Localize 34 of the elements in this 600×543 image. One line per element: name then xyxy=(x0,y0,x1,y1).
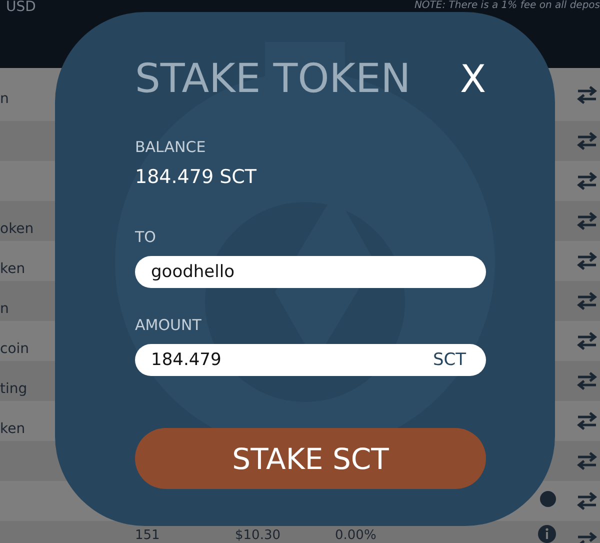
close-button[interactable]: X xyxy=(460,57,486,101)
unit-label: SCT xyxy=(432,350,466,370)
dialog-title: STAKE TOKEN xyxy=(135,56,411,102)
swap-icon[interactable] xyxy=(576,84,598,104)
table-cell: 0.00% xyxy=(335,529,376,543)
token-name: n xyxy=(0,301,9,317)
swap-icon[interactable] xyxy=(576,331,598,351)
to-field[interactable]: goodhello xyxy=(135,256,486,288)
swap-icon[interactable] xyxy=(576,451,598,471)
table-cell: 151 xyxy=(135,529,160,543)
swap-icon[interactable] xyxy=(576,291,598,311)
to-label: TO xyxy=(135,228,157,246)
amount-label: AMOUNT xyxy=(135,316,202,334)
token-name: oken xyxy=(0,221,34,237)
currency-label: USD xyxy=(6,0,36,14)
balance-label: BALANCE xyxy=(135,138,207,156)
swap-icon[interactable] xyxy=(576,411,598,431)
balance-value: 184.479 SCT xyxy=(135,166,258,188)
info-icon[interactable] xyxy=(538,525,556,543)
swap-icon[interactable] xyxy=(576,171,598,191)
swap-icon[interactable] xyxy=(576,251,598,271)
swap-icon[interactable] xyxy=(576,491,598,511)
token-name: n xyxy=(0,91,9,107)
fee-note: NOTE: There is a 1% fee on all depos xyxy=(414,0,600,11)
table-cell: $10.30 xyxy=(235,529,280,543)
token-name: ting xyxy=(0,381,28,397)
swap-icon[interactable] xyxy=(576,131,598,151)
token-name: ken xyxy=(0,261,26,277)
circle-icon[interactable] xyxy=(540,491,556,507)
token-name: coin xyxy=(0,341,30,357)
swap-icon[interactable] xyxy=(576,371,598,391)
swap-icon[interactable] xyxy=(576,211,598,231)
stake-button[interactable]: STAKE SCT xyxy=(135,428,486,489)
token-name: ken xyxy=(0,421,26,437)
